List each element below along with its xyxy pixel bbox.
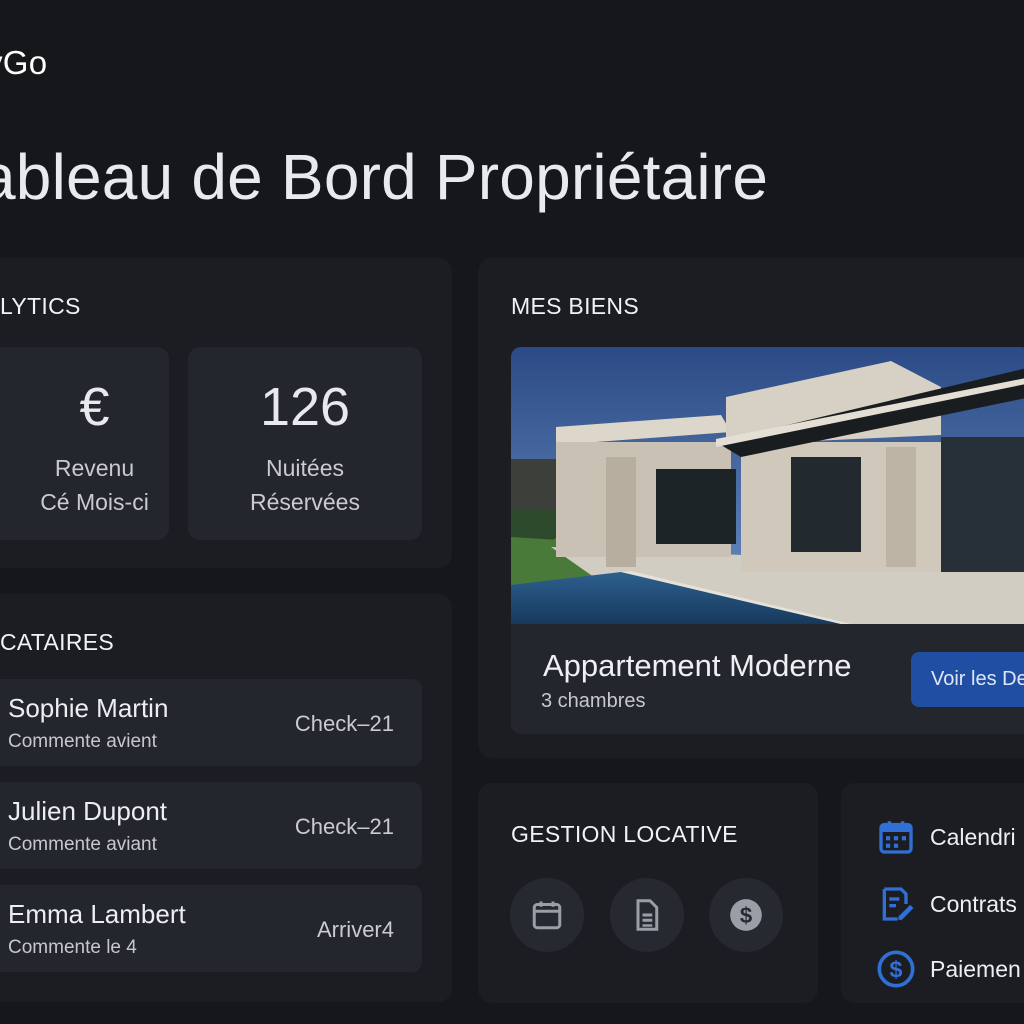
modern-house-illustration (511, 347, 1024, 624)
calendar-icon (879, 821, 913, 854)
tenant-note: Commente le 4 (8, 937, 137, 958)
tenant-name: Julien Dupont (8, 796, 167, 826)
tenant-status: Arriver4 (316, 917, 394, 942)
revenue-label-line2: Cé Mois-ci (40, 489, 149, 515)
calendar-action-button[interactable] (510, 878, 584, 952)
property-title: Appartement Moderne (543, 648, 852, 683)
analytics-heading: LYTICS (0, 293, 81, 319)
revenue-stat-label: Revenu Cé Mois-ci (20, 451, 169, 519)
tenant-status: Check–21 (294, 814, 394, 839)
nights-label-line1: Nuitées (266, 455, 344, 481)
property-info-bar: Appartement Moderne 3 chambres Voir les … (511, 624, 1024, 734)
nights-label-line2: Réservées (250, 489, 360, 515)
calendar-icon (532, 901, 562, 930)
property-subtitle: 3 chambres (541, 690, 646, 712)
tenant-row[interactable]: Julien Dupont Commente aviant Check–21 (0, 782, 422, 869)
tenant-row[interactable]: Emma Lambert Commente le 4 Arriver4 (0, 885, 422, 972)
nights-stat-label: Nuitées Réservées (188, 451, 422, 519)
tenant-note: Commente avient (8, 731, 157, 752)
nights-stat-value: 126 (259, 377, 351, 437)
brand-logo-text[interactable]: yGo (0, 44, 47, 82)
tenant-name: Sophie Martin (8, 693, 169, 723)
property-photo[interactable] (511, 347, 1024, 624)
calendar-link-label: Calendri (930, 823, 1016, 850)
contracts-link-label: Contrats (930, 890, 1017, 917)
svg-text:$: $ (740, 903, 753, 928)
payments-link-label: Paiemen (930, 955, 1021, 982)
tenant-row[interactable]: Sophie Martin Commente avient Check–21 (0, 679, 422, 766)
tenant-status: Check–21 (294, 711, 394, 736)
svg-text:$: $ (890, 956, 903, 982)
document-icon (636, 899, 659, 931)
calendar-link[interactable]: Calendri (876, 815, 1016, 859)
payments-link[interactable]: $ Paiemen (876, 947, 1021, 991)
rental-management-heading: GESTION LOCATIVE (511, 821, 738, 847)
tenant-note: Commente aviant (8, 834, 157, 855)
tenants-heading: CATAIRES (0, 629, 115, 655)
contract-edit-icon (882, 887, 914, 921)
revenue-stat-card[interactable]: € Revenu Cé Mois-ci (0, 347, 169, 540)
page-title: ableau de Bord Propriétaire (0, 141, 769, 213)
document-action-button[interactable] (610, 878, 684, 952)
revenue-label-line1: Revenu (54, 455, 135, 481)
view-details-button[interactable]: Voir les De (911, 652, 1024, 707)
properties-heading: MES BIENS (511, 293, 639, 319)
euro-icon: € (79, 377, 110, 437)
tenant-name: Emma Lambert (8, 899, 186, 929)
dollar-icon: $ (877, 950, 915, 988)
dollar-icon: $ (730, 899, 762, 931)
contracts-link[interactable]: Contrats (876, 882, 1017, 926)
payment-action-button[interactable]: $ (709, 878, 783, 952)
nights-stat-card[interactable]: 126 Nuitées Réservées (188, 347, 422, 540)
